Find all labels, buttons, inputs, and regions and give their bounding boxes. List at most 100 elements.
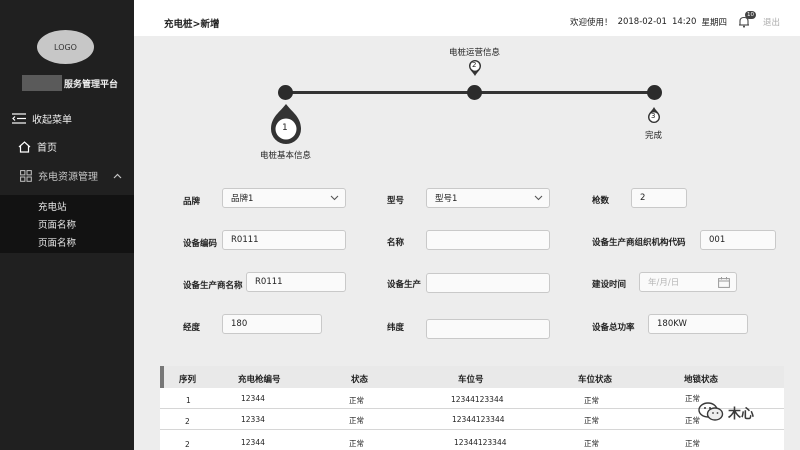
step-3-number: 3 bbox=[651, 112, 656, 120]
column-header: 地锁状态 bbox=[684, 375, 719, 385]
notification-badge: 10 bbox=[744, 11, 756, 19]
org-code-value: 001 bbox=[709, 235, 726, 245]
step-2-number: 2 bbox=[472, 61, 477, 69]
brand-label: 品牌 bbox=[183, 197, 201, 207]
table-row[interactable]: 1 12344 正常 12344123344 正常 正常 bbox=[160, 388, 784, 409]
calendar-icon[interactable] bbox=[718, 277, 730, 288]
platform-name: 服务管理平台 bbox=[64, 80, 119, 90]
home-icon bbox=[18, 140, 31, 153]
model-label: 型号 bbox=[387, 196, 405, 206]
page-title: 充电桩>新增 bbox=[164, 19, 220, 30]
total-power-input[interactable]: 180KW bbox=[648, 314, 748, 334]
table-row[interactable]: 2 12344 正常 12344123344 正常 正常 bbox=[160, 430, 784, 450]
collapse-menu-button[interactable]: 收起菜单 bbox=[12, 111, 72, 126]
maker-name-label: 设备生产商名称 bbox=[183, 281, 243, 291]
longitude-value: 180 bbox=[231, 319, 248, 329]
table-cell: 正常 bbox=[349, 439, 364, 448]
model-select-value: 型号1 bbox=[435, 194, 458, 204]
column-header: 车位号 bbox=[458, 375, 484, 385]
header-status: 欢迎使用！ 2018-02-01 14:20 星期四 10 退出 bbox=[570, 11, 780, 28]
model-select[interactable]: 型号1 bbox=[426, 188, 550, 208]
table-cell: 12344123344 bbox=[451, 395, 504, 404]
weekday-text: 星期四 bbox=[701, 18, 727, 28]
collapse-menu-label: 收起菜单 bbox=[32, 115, 72, 126]
sidebar-subitem-page[interactable]: 页面名称 bbox=[38, 235, 76, 249]
brand-select[interactable]: 品牌1 bbox=[222, 188, 346, 208]
table-cell: 12334 bbox=[241, 415, 265, 424]
collapse-menu-icon bbox=[12, 113, 26, 124]
table-cell: 12344 bbox=[241, 438, 265, 447]
brand-select-value: 品牌1 bbox=[231, 194, 254, 204]
logo-text: LOGO bbox=[54, 42, 77, 52]
production-label: 设备生产 bbox=[387, 280, 422, 290]
latitude-input[interactable] bbox=[426, 319, 550, 339]
name-label: 名称 bbox=[387, 238, 405, 248]
wechat-icon bbox=[698, 402, 724, 421]
table-header: 序列 充电枪编号 状态 车位号 车位状态 地锁状态 bbox=[160, 366, 784, 388]
column-header: 车位状态 bbox=[578, 375, 613, 385]
grid-icon bbox=[20, 169, 32, 182]
chevron-down-icon bbox=[330, 195, 339, 201]
sidebar-submenu: 充电站 页面名称 页面名称 bbox=[0, 195, 134, 253]
step-dot-3 bbox=[647, 85, 662, 100]
step-1-label: 电桩基本信息 bbox=[260, 151, 312, 161]
welcome-text: 欢迎使用！ bbox=[570, 18, 613, 28]
chevron-up-icon bbox=[113, 173, 122, 178]
gun-count-value: 2 bbox=[640, 193, 646, 203]
build-time-date-input[interactable]: 年/月/日 bbox=[639, 272, 737, 292]
notification-button[interactable]: 10 bbox=[738, 11, 756, 28]
maker-name-input[interactable]: R0111 bbox=[246, 272, 346, 292]
table-cell: 12344123344 bbox=[454, 438, 507, 447]
table-cell: 12344 bbox=[241, 394, 265, 403]
total-power-value: 180KW bbox=[657, 319, 687, 329]
table-row[interactable]: 2 12334 正常 12344123344 正常 正常 bbox=[160, 409, 784, 430]
sidebar-group-charging-resources[interactable]: 充电资源管理 bbox=[0, 168, 134, 183]
column-header: 充电枪编号 bbox=[238, 375, 281, 385]
table-cell: 正常 bbox=[584, 416, 599, 425]
name-input[interactable] bbox=[426, 230, 550, 250]
org-code-input[interactable]: 001 bbox=[700, 230, 776, 250]
table-cell: 12344123344 bbox=[452, 415, 505, 424]
date-text: 2018-02-01 bbox=[617, 17, 667, 27]
charging-gun-table: 序列 充电枪编号 状态 车位号 车位状态 地锁状态 1 12344 正常 123… bbox=[160, 366, 784, 450]
redacted-brand-block bbox=[22, 75, 62, 91]
table-cell: 正常 bbox=[584, 439, 599, 448]
step-2-label: 电桩运营信息 bbox=[449, 48, 501, 58]
top-header: 充电桩>新增 欢迎使用！ 2018-02-01 14:20 星期四 10 退出 bbox=[134, 0, 800, 36]
latitude-label: 纬度 bbox=[387, 323, 405, 333]
gun-count-input[interactable]: 2 bbox=[631, 188, 687, 208]
step-dot-1 bbox=[278, 85, 293, 100]
logout-link[interactable]: 退出 bbox=[763, 16, 780, 28]
sidebar-subitem-page[interactable]: 页面名称 bbox=[38, 217, 76, 231]
table-cell: 2 bbox=[185, 440, 190, 449]
table-cell: 正常 bbox=[584, 396, 599, 405]
step-1-number: 1 bbox=[282, 123, 288, 133]
step-dot-2 bbox=[467, 85, 482, 100]
sidebar-item-home[interactable]: 首页 bbox=[18, 139, 57, 154]
sidebar: LOGO 服务管理平台 收起菜单 首页 充电资源管理 充电站 页面名称 页面名称 bbox=[0, 0, 134, 450]
watermark: 木心 bbox=[698, 402, 754, 422]
column-header: 状态 bbox=[351, 375, 369, 385]
logo: LOGO bbox=[37, 30, 94, 64]
watermark-text: 木心 bbox=[728, 406, 755, 422]
build-time-label: 建设时间 bbox=[592, 280, 627, 290]
table-cell: 1 bbox=[186, 396, 191, 405]
time-text: 14:20 bbox=[671, 17, 697, 27]
table-cell: 正常 bbox=[685, 439, 700, 448]
total-power-label: 设备总功率 bbox=[592, 323, 635, 333]
org-code-label: 设备生产商组织机构代码 bbox=[592, 238, 686, 248]
table-cell: 正常 bbox=[349, 416, 364, 425]
maker-name-value: R0111 bbox=[255, 277, 283, 287]
step-3-label: 完成 bbox=[645, 131, 663, 141]
sidebar-subitem-charging-station[interactable]: 充电站 bbox=[38, 199, 67, 213]
build-time-placeholder: 年/月/日 bbox=[648, 278, 680, 288]
sidebar-group-label: 充电资源管理 bbox=[38, 172, 98, 183]
longitude-input[interactable]: 180 bbox=[222, 314, 322, 334]
chevron-down-icon bbox=[534, 195, 543, 201]
device-code-input[interactable]: R0111 bbox=[222, 230, 346, 250]
table-cell: 2 bbox=[185, 417, 190, 426]
production-input[interactable] bbox=[426, 273, 550, 293]
table-cell: 正常 bbox=[349, 396, 364, 405]
longitude-label: 经度 bbox=[183, 323, 201, 333]
column-header: 序列 bbox=[179, 375, 197, 385]
